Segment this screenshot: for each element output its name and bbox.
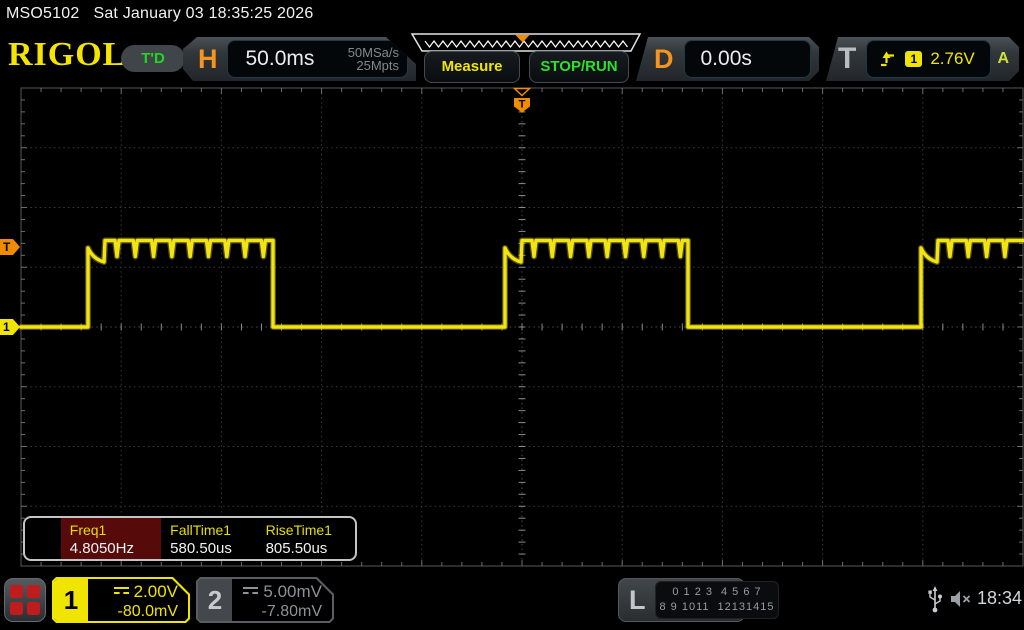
model-name: MSO5102 [6, 5, 79, 22]
menu-tile-icon [10, 585, 23, 598]
trigger-source-badge: 1 [905, 51, 922, 67]
logic-row2b: 12131415 [718, 601, 775, 613]
logic-label: L [629, 585, 646, 616]
channel2-number: 2 [198, 579, 232, 621]
horizontal-tab[interactable]: H 50.0ms 50MSa/s 25Mpts [183, 37, 416, 81]
channel1-values: 2.00V -80.0mV [88, 579, 188, 621]
logic-row1a: 0 1 2 3 [672, 586, 713, 598]
channel2-values: 5.00mV -7.80mV [232, 579, 332, 621]
svg-text:T: T [519, 99, 526, 111]
logic-analyzer-badge[interactable]: L 0 1 2 34 5 6 7 8 9 101112131415 [618, 578, 745, 622]
measurement-risetime1[interactable]: RiseTime1 805.50us [257, 518, 355, 559]
horizontal-label: H [198, 44, 218, 75]
measurement-value: 580.50us [170, 540, 256, 557]
rigol-logo: RIGOL [8, 36, 126, 74]
channel-status-bar: 1 2.00V -80.0mV 2 5.00mV -7.80mV L 0 1 2… [0, 574, 1024, 630]
measurement-name: RiseTime1 [266, 522, 355, 538]
usb-icon [927, 585, 943, 613]
logic-row1b: 4 5 6 7 [721, 586, 762, 598]
delay-well: 0.00s [684, 40, 812, 78]
titlebar-text: MSO5102 Sat January 03 18:35:25 2026 [6, 5, 327, 23]
channel2-scale: 5.00mV [263, 582, 322, 601]
delay-label: D [654, 44, 674, 75]
channel1-badge[interactable]: 1 2.00V -80.0mV [52, 577, 190, 623]
memory-depth: 25Mpts [356, 58, 399, 73]
measurement-name: FallTime1 [170, 522, 256, 538]
trigger-well: 1 2.76V [866, 40, 991, 78]
timebase-value: 50.0ms [246, 47, 315, 71]
oscilloscope-screen: MSO5102 Sat January 03 18:35:25 2026 RIGO… [0, 0, 1024, 630]
header-bar: RIGOL T'D H 50.0ms 50MSa/s 25Mpts Measur… [0, 30, 1024, 86]
delay-tab[interactable]: D 0.00s [632, 37, 819, 81]
channel2-scale-line: 5.00mV [232, 582, 322, 602]
title-bar: MSO5102 Sat January 03 18:35:25 2026 [0, 0, 1024, 30]
trigger-level-value: 2.76V [930, 49, 974, 69]
measurement-value: 805.50us [266, 540, 355, 557]
speaker-muted-icon[interactable] [949, 589, 973, 609]
channel2-inner: 2 5.00mV -7.80mV [198, 579, 332, 621]
trigger-tab[interactable]: T 1 2.76V A [822, 37, 1019, 81]
channel1-offset: -80.0mV [88, 603, 178, 621]
waveform-display: T [0, 86, 1024, 568]
timebase-well: 50.0ms 50MSa/s 25Mpts [227, 40, 409, 78]
measurement-freq1[interactable]: Freq1 4.8050Hz [61, 518, 161, 559]
measurement-falltime1[interactable]: FallTime1 580.50us [161, 518, 256, 559]
stop-run-button[interactable]: STOP/RUN [529, 51, 629, 83]
channel2-offset: -7.80mV [232, 603, 322, 621]
channel1-number: 1 [54, 579, 88, 621]
menu-tile-icon [27, 602, 40, 615]
main-menu-button[interactable] [4, 578, 46, 622]
logic-channel-numbers: 0 1 2 3 4 5 6 7 8 9 1011 12131415 [655, 581, 780, 619]
measure-button[interactable]: Measure [424, 51, 520, 83]
channel1-scale: 2.00V [134, 582, 178, 601]
trigger-label: T [838, 42, 856, 76]
channel1-scale-line: 2.00V [88, 582, 178, 602]
dc-coupling-icon [243, 587, 258, 598]
measurement-spacer [25, 518, 61, 559]
logic-row2a: 8 9 1011 [660, 601, 710, 613]
measurement-name: Freq1 [70, 522, 161, 538]
channel1-inner: 1 2.00V -80.0mV [54, 579, 188, 621]
measurement-panel[interactable]: Freq1 4.8050Hz FallTime1 580.50us RiseTi… [23, 516, 357, 561]
menu-tile-icon [27, 585, 40, 598]
rising-edge-icon [879, 50, 897, 68]
measurement-value: 4.8050Hz [70, 540, 161, 557]
acquisition-rates: 50MSa/s 25Mpts [348, 46, 399, 72]
datetime: Sat January 03 18:35:25 2026 [93, 5, 313, 22]
dc-coupling-icon [114, 587, 129, 598]
channel2-badge[interactable]: 2 5.00mV -7.80mV [196, 577, 334, 623]
delay-value: 0.00s [701, 47, 752, 71]
trigger-status-badge: T'D [121, 45, 185, 72]
trigger-sweep-mode: A [997, 50, 1009, 68]
menu-tile-icon [10, 602, 23, 615]
clock: 18:34 [977, 588, 1022, 609]
